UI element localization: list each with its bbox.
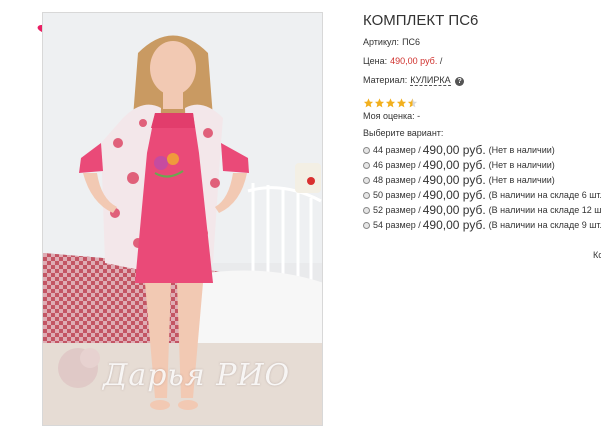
- radio-icon[interactable]: [363, 206, 370, 214]
- variant-price: 490,00 руб.: [422, 188, 486, 202]
- variant-option[interactable]: 54 размер / 490,00 руб. (В наличии на ск…: [363, 218, 601, 232]
- product-photo[interactable]: Дарья РИО: [42, 12, 323, 426]
- variant-stock: (В наличии на складе 6 шт.): [488, 190, 601, 200]
- product-info-panel: КОМПЛЕКТ ПС6 Артикул: ПС6 Цена: 490,00 руб…: [363, 12, 601, 232]
- price-row: Цена: 490,00 руб. /: [363, 56, 442, 66]
- price-separator: /: [439, 56, 443, 66]
- material-link[interactable]: КУЛИРКА: [410, 75, 451, 86]
- half-star-icon[interactable]: [407, 97, 418, 109]
- product-title: КОМПЛЕКТ ПС6: [363, 12, 479, 29]
- variant-price: 490,00 руб.: [422, 143, 486, 157]
- radio-icon[interactable]: [363, 146, 370, 154]
- variant-option[interactable]: 50 размер / 490,00 руб. (В наличии на ск…: [363, 188, 601, 202]
- star-icon[interactable]: [396, 97, 407, 109]
- radio-icon[interactable]: [363, 221, 370, 229]
- variant-stock: (В наличии на складе 9 шт.): [488, 220, 601, 230]
- star-icon[interactable]: [363, 97, 374, 109]
- material-label: Материал:: [363, 75, 408, 85]
- variant-price: 490,00 руб.: [422, 203, 486, 217]
- variant-stock: (В наличии на складе 12 шт.): [488, 205, 601, 215]
- radio-icon[interactable]: [363, 176, 370, 184]
- variant-price: 490,00 руб.: [422, 173, 486, 187]
- my-rating: Моя оценка: -: [363, 111, 421, 121]
- price-label: Цена:: [363, 56, 388, 66]
- help-icon[interactable]: ?: [455, 77, 465, 86]
- radio-icon[interactable]: [363, 191, 370, 199]
- material-row: Материал: КУЛИРКА ?: [363, 75, 465, 86]
- star-icon[interactable]: [374, 97, 385, 109]
- variant-price: 490,00 руб.: [422, 158, 486, 172]
- truncated-text: Кс: [593, 250, 601, 260]
- variant-stock: (Нет в наличии): [488, 175, 555, 185]
- variant-size: 50 размер /: [373, 190, 421, 200]
- variant-option[interactable]: 48 размер / 490,00 руб. (Нет в наличии): [363, 173, 555, 187]
- article-label: Артикул:: [363, 37, 400, 47]
- variant-size: 46 размер /: [373, 160, 421, 170]
- variant-size: 48 размер /: [373, 175, 421, 185]
- variant-option[interactable]: 46 размер / 490,00 руб. (Нет в наличии): [363, 158, 555, 172]
- variant-size: 54 размер /: [373, 220, 421, 230]
- variant-price: 490,00 руб.: [422, 218, 486, 232]
- rating-stars[interactable]: [363, 96, 418, 108]
- price-value: 490,00 руб.: [390, 56, 438, 66]
- star-icon[interactable]: [385, 97, 396, 109]
- variant-option[interactable]: 44 размер / 490,00 руб. (Нет в наличии): [363, 143, 555, 157]
- photo-watermark: Дарья РИО: [103, 358, 291, 393]
- choose-variant-label: Выберите вариант:: [363, 128, 444, 138]
- variant-size: 52 размер /: [373, 205, 421, 215]
- article-row: Артикул: ПС6: [363, 37, 420, 47]
- variant-option[interactable]: 52 размер / 490,00 руб. (В наличии на ск…: [363, 203, 601, 217]
- variant-size: 44 размер /: [373, 145, 421, 155]
- article-value: ПС6: [402, 37, 421, 47]
- variant-stock: (Нет в наличии): [488, 145, 555, 155]
- variant-stock: (Нет в наличии): [488, 160, 555, 170]
- radio-icon[interactable]: [363, 161, 370, 169]
